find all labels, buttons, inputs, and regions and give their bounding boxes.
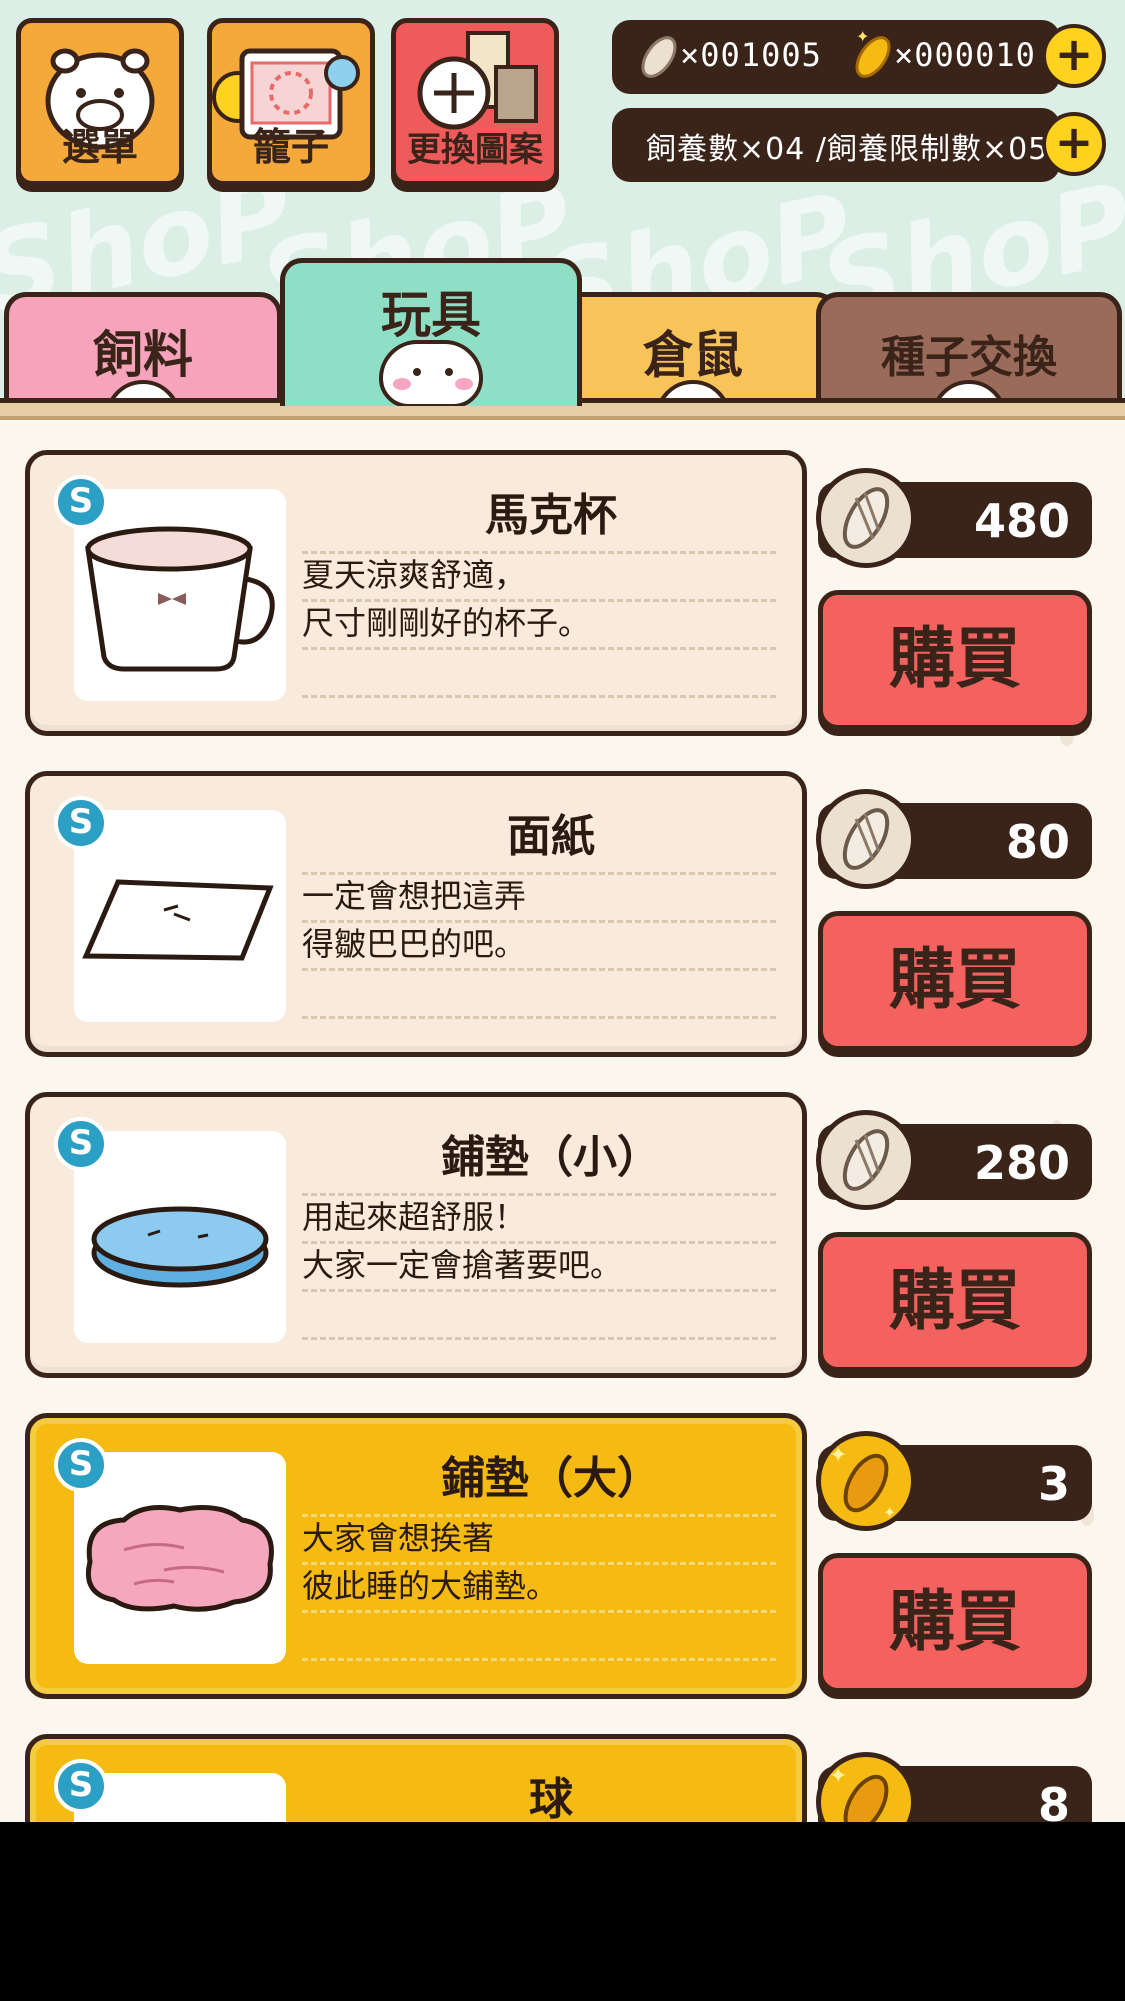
sunflower-seed-icon	[641, 36, 677, 78]
item-name: 鋪墊（小）	[441, 1132, 661, 1183]
item-list[interactable]: S 馬克杯 夏天涼爽舒適， 尺寸剛剛好的杯子。 480 購買 S 面紙 一定會想…	[0, 420, 1125, 1822]
divider	[302, 1658, 776, 1661]
item-badge: S	[54, 1759, 108, 1813]
price-amount: 480	[973, 494, 1070, 548]
item-badge: S	[54, 1438, 108, 1492]
cage-button-label: 籠子	[252, 125, 329, 169]
currency-counter: ×001005 ✦ ×000010	[612, 20, 1060, 94]
tissue-icon	[82, 879, 274, 961]
item-name: 面紙	[507, 811, 595, 862]
item-description: 夏天涼爽舒適， 尺寸剛剛好的杯子。	[302, 551, 590, 647]
add-seeds-button[interactable]: +	[1042, 24, 1106, 88]
item-thumbnail	[74, 1131, 286, 1343]
item-badge: S	[54, 475, 108, 529]
item-price: ✦ ✦ 3	[816, 1431, 1092, 1531]
item-price: 280	[816, 1110, 1092, 1210]
golden-seed-icon: ✦	[816, 1752, 916, 1822]
item-description-line: 大家一定會搶著要吧。	[302, 1246, 623, 1284]
large-mat-icon	[86, 1505, 274, 1612]
svg-text:✦: ✦	[829, 1443, 847, 1468]
divider	[302, 1289, 776, 1292]
menu-button-label: 選單	[61, 125, 138, 169]
divider	[302, 695, 776, 698]
tab-seed-exchange-label: 種子交換	[881, 332, 1057, 383]
tab-seed-exchange[interactable]: 種子交換	[816, 292, 1122, 402]
item-description-line: 得皺巴巴的吧。	[302, 925, 527, 963]
item-name: 球	[529, 1774, 573, 1822]
screen-bottom-bar	[0, 1822, 1125, 2001]
item-description: 大家會想挨著 彼此睡的大鋪墊。	[302, 1514, 558, 1610]
change-pattern-button[interactable]: 更換圖案	[391, 18, 559, 186]
divider	[302, 647, 776, 650]
hamster-face-icon	[379, 340, 483, 406]
item-price: ✦ 8	[816, 1752, 1092, 1822]
buy-button[interactable]: 購買	[818, 911, 1092, 1051]
list-item: S 面紙 一定會想把這弄 得皺巴巴的吧。	[25, 771, 807, 1057]
feeding-counter: 飼養數×04 /飼養限制數×05	[612, 108, 1060, 182]
item-description-line: 尺寸剛剛好的杯子。	[302, 604, 591, 642]
small-mat-icon	[91, 1206, 269, 1288]
sunflower-seed-icon	[816, 789, 916, 889]
item-description-line: 彼此睡的大鋪墊。	[302, 1567, 559, 1605]
divider	[302, 968, 776, 971]
tab-toys-label: 玩具	[381, 286, 481, 344]
tab-hamster-label: 倉鼠	[643, 326, 743, 384]
seed-count: ×001005	[680, 36, 822, 74]
menu-button[interactable]: 選單	[16, 18, 184, 186]
mug-icon	[85, 526, 275, 672]
sunflower-seed-icon	[816, 1110, 916, 1210]
tab-toys[interactable]: 玩具	[280, 258, 582, 406]
item-price: 80	[816, 789, 1092, 889]
shop-screen: ShoP ShoP ShoP ShoP 選單 籠子 更換圖案 ×001005 ✦…	[0, 0, 1125, 1822]
item-price: 480	[816, 468, 1092, 568]
item-thumbnail	[74, 810, 286, 1022]
item-thumbnail	[74, 1452, 286, 1664]
item-name: 馬克杯	[485, 490, 617, 541]
cage-button[interactable]: 籠子	[207, 18, 375, 186]
price-amount: 80	[1005, 815, 1070, 869]
svg-text:✦: ✦	[829, 1764, 847, 1789]
price-amount: 280	[973, 1136, 1070, 1190]
svg-text:✦: ✦	[856, 28, 869, 46]
list-item: S 鋪墊（小） 用起來超舒服！ 大家一定會搶著要吧。	[25, 1092, 807, 1378]
tab-feed-label: 飼料	[93, 326, 193, 384]
add-feeding-limit-button[interactable]: +	[1042, 112, 1106, 176]
item-name: 鋪墊（大）	[441, 1453, 661, 1504]
item-badge: S	[54, 1117, 108, 1171]
change-pattern-button-label: 更換圖案	[407, 130, 543, 170]
buy-button[interactable]: 購買	[818, 1232, 1092, 1372]
item-thumbnail	[74, 489, 286, 701]
price-amount: 8	[1037, 1778, 1070, 1822]
item-badge: S	[54, 796, 108, 850]
golden-seed-icon: ✦ ✦	[816, 1431, 916, 1531]
item-description-line: 大家會想挨著	[302, 1519, 495, 1557]
sunflower-seed-icon	[816, 468, 916, 568]
price-amount: 3	[1037, 1457, 1070, 1511]
item-description-line: 用起來超舒服！	[302, 1198, 527, 1236]
divider	[302, 1016, 776, 1019]
item-description: 用起來超舒服！ 大家一定會搶著要吧。	[302, 1193, 622, 1289]
tab-feed[interactable]: 飼料	[4, 292, 282, 402]
item-description-line: 一定會想把這弄	[302, 877, 527, 915]
divider	[302, 1610, 776, 1613]
item-description-line: 夏天涼爽舒適，	[302, 556, 527, 594]
item-description: 一定會想把這弄 得皺巴巴的吧。	[302, 872, 526, 968]
buy-button[interactable]: 購買	[818, 1553, 1092, 1693]
golden-seed-icon: ✦	[855, 28, 891, 78]
golden-seed-count: ×000010	[894, 36, 1036, 74]
buy-button[interactable]: 購買	[818, 590, 1092, 730]
tab-hamster[interactable]: 倉鼠	[548, 292, 838, 402]
feeding-count-text: 飼養數×04 /飼養限制數×05	[646, 132, 1049, 167]
svg-text:✦: ✦	[883, 1503, 896, 1522]
list-item: S 球	[25, 1734, 807, 1822]
list-item: S 馬克杯 夏天涼爽舒適， 尺寸剛剛好的杯子。	[25, 450, 807, 736]
list-item: S 鋪墊（大） 大家會想挨著 彼此睡的大鋪墊。	[25, 1413, 807, 1699]
divider	[302, 1337, 776, 1340]
